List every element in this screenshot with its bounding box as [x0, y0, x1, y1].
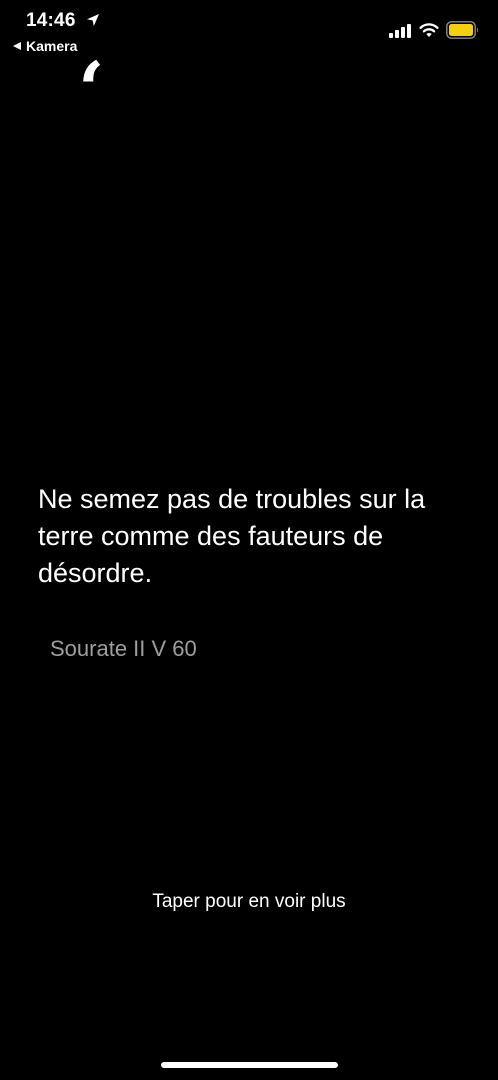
wifi-icon [419, 23, 439, 37]
status-time: 14:46 [26, 10, 76, 31]
home-indicator[interactable] [161, 1062, 338, 1068]
quote-mark-icon: ‘ [78, 45, 105, 134]
back-to-camera-link[interactable]: Kamera [13, 38, 77, 54]
battery-icon [446, 21, 479, 39]
cellular-signal-icon [389, 24, 411, 38]
back-link-label: Kamera [26, 38, 78, 54]
status-bar: 14:46 Kamera [0, 0, 498, 60]
tap-for-more-button[interactable]: Taper pour en voir plus [0, 891, 498, 913]
quote-text: Ne semez pas de troubles sur la terre co… [38, 484, 426, 588]
location-arrow-icon [87, 14, 99, 26]
back-arrow-icon [13, 42, 21, 50]
quote-source: Sourate II V 60 [50, 636, 197, 661]
